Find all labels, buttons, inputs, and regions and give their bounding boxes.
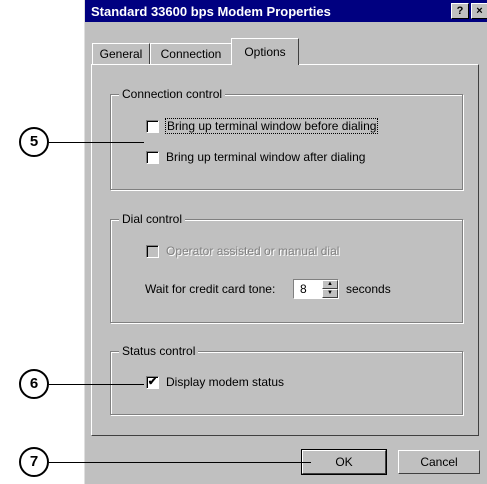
ok-button[interactable]: OK	[301, 449, 387, 475]
spin-up-button[interactable]: ▲	[322, 280, 338, 289]
group-label-connection: Connection control	[119, 87, 226, 101]
status-control-group: Status control	[110, 344, 463, 415]
help-button[interactable]: ?	[451, 3, 469, 19]
after-dialing-checkbox[interactable]	[146, 151, 159, 164]
tab-general[interactable]: General	[92, 43, 150, 64]
after-dialing-label: Bring up terminal window after dialing	[166, 150, 366, 164]
wait-seconds-spinner[interactable]: 8 ▲ ▼	[293, 279, 339, 299]
operator-assisted-label: Operator assisted or manual dial	[166, 244, 340, 258]
question-icon: ?	[456, 5, 464, 17]
callout-leader-7	[49, 462, 311, 463]
group-label-dial: Dial control	[119, 212, 186, 226]
dial-control-group: Dial control	[110, 212, 463, 323]
tab-connection[interactable]: Connection	[150, 43, 232, 64]
before-dialing-checkbox[interactable]	[146, 120, 159, 133]
connection-control-group: Connection control	[110, 87, 463, 190]
tab-options[interactable]: Options	[231, 38, 299, 65]
callout-7: 7	[19, 447, 49, 477]
cancel-button[interactable]: Cancel	[398, 450, 480, 474]
checkmark-icon: ✔	[147, 376, 158, 388]
wait-credit-tone-label: Wait for credit card tone:	[145, 282, 276, 296]
group-label-status: Status control	[119, 344, 199, 358]
seconds-label: seconds	[346, 282, 391, 296]
arrow-down-icon: ▼	[327, 290, 333, 296]
wait-seconds-value[interactable]: 8	[300, 282, 307, 296]
display-status-checkbox[interactable]: ✔	[146, 376, 159, 389]
close-icon: ×	[476, 5, 483, 17]
spin-down-button[interactable]: ▼	[322, 289, 338, 298]
before-dialing-label: Bring up terminal window before dialing	[164, 118, 379, 134]
spinner-buttons: ▲ ▼	[322, 280, 338, 298]
operator-assisted-checkbox	[146, 245, 159, 258]
callout-leader-6	[49, 384, 144, 385]
close-button[interactable]: ×	[471, 3, 487, 19]
window-title: Standard 33600 bps Modem Properties	[91, 4, 331, 19]
title-bar[interactable]: Standard 33600 bps Modem Properties ? ×	[85, 0, 487, 22]
arrow-up-icon: ▲	[327, 281, 333, 287]
display-status-label: Display modem status	[166, 375, 285, 389]
callout-6: 6	[19, 369, 49, 399]
callout-5: 5	[19, 127, 49, 157]
callout-leader-5	[49, 142, 144, 143]
